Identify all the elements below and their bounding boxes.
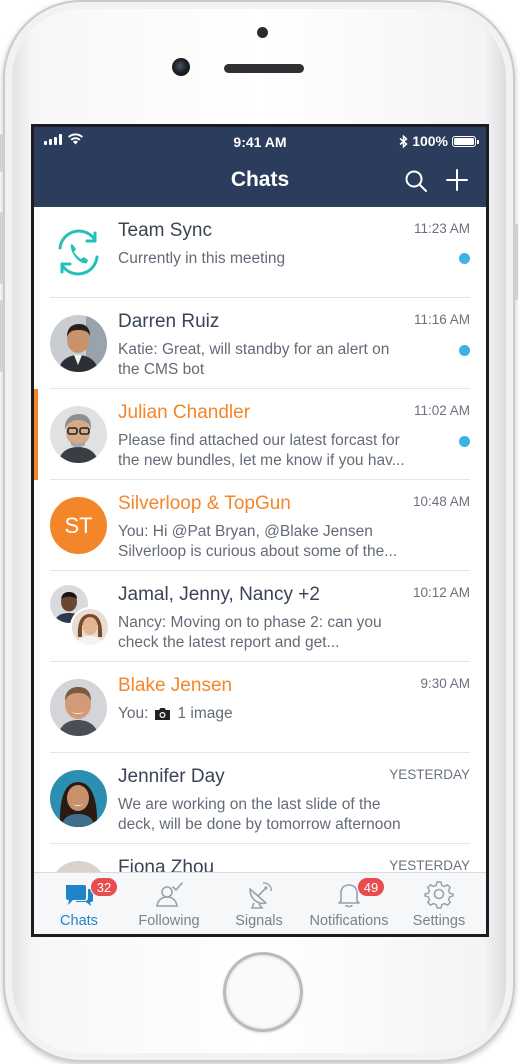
- group-avatar: [50, 585, 110, 647]
- avatar: [70, 607, 110, 647]
- nav-bar: Chats: [34, 155, 486, 207]
- chat-time: 11:16 AM: [413, 312, 470, 327]
- chat-name: Jennifer Day: [118, 766, 225, 787]
- volume-up-button: [0, 212, 4, 284]
- volume-down-button: [0, 300, 4, 372]
- chat-time: YESTERDAY: [389, 767, 470, 782]
- chat-preview: You: 1 image: [118, 704, 454, 724]
- chat-name: Fiona Zhou: [118, 857, 215, 872]
- preview-suffix: 1 image: [177, 705, 233, 722]
- proximity-sensor: [257, 27, 268, 38]
- team-sync-avatar: [50, 224, 107, 281]
- front-camera: [172, 58, 190, 76]
- silent-switch: [0, 134, 4, 172]
- chat-item-group-jamal[interactable]: Jamal, Jenny, Nancy +2 10:12 AM Nancy: M…: [34, 571, 486, 662]
- chat-name: Team Sync: [118, 220, 212, 241]
- avatar: [50, 679, 107, 736]
- chat-item-silverloop-topgun[interactable]: ST Silverloop & TopGun 10:48 AM You: Hi …: [34, 480, 486, 571]
- chat-time: 9:30 AM: [420, 676, 470, 691]
- tab-following[interactable]: Following: [124, 873, 214, 934]
- chat-time: 10:12 AM: [412, 585, 470, 600]
- home-button[interactable]: [223, 952, 303, 1032]
- chats-badge: 32: [90, 877, 118, 897]
- notifications-badge: 49: [357, 877, 385, 897]
- chat-preview: Please find attached our latest forcast …: [118, 432, 405, 469]
- chat-time: 10:48 AM: [412, 494, 470, 509]
- chat-item-blake-jensen[interactable]: Blake Jensen 9:30 AM You: 1 image: [34, 662, 486, 753]
- tab-label: Following: [138, 913, 200, 929]
- earpiece-speaker: [224, 64, 304, 73]
- chat-item-julian-chandler[interactable]: Julian Chandler 11:02 AM Please find att…: [34, 389, 486, 480]
- avatar: [50, 315, 107, 372]
- tab-label: Settings: [412, 913, 466, 929]
- following-icon: [156, 882, 183, 907]
- chat-preview: Nancy: Moving on to phase 2: can you che…: [118, 614, 382, 651]
- search-icon[interactable]: [404, 169, 428, 193]
- chat-preview: You: Hi @Pat Bryan, @Blake Jensen Silver…: [118, 523, 398, 560]
- status-bar: 9:41 AM 100%: [34, 127, 486, 155]
- tab-bar: 32 Chats Following Signals 49 Notificati…: [34, 872, 486, 934]
- preview-prefix: You:: [118, 705, 149, 722]
- chat-preview: Katie: Great, will standby for an alert …: [118, 341, 390, 378]
- chat-item-team-sync[interactable]: Team Sync 11:23 AM Currently in this mee…: [34, 207, 486, 298]
- unread-dot: [459, 345, 470, 356]
- chat-name: Darren Ruiz: [118, 311, 220, 332]
- chat-name: Silverloop & TopGun: [118, 493, 291, 514]
- tab-chats[interactable]: 32 Chats: [34, 873, 124, 934]
- avatar-initials: ST: [64, 513, 93, 538]
- unread-dot: [459, 253, 470, 264]
- chat-time: 11:23 AM: [413, 221, 470, 236]
- chat-time: 11:02 AM: [413, 403, 470, 418]
- chat-item-jennifer-day[interactable]: Jennifer Day YESTERDAY We are working on…: [34, 753, 486, 844]
- tab-label: Chats: [60, 913, 98, 929]
- tab-label: Notifications: [309, 913, 389, 929]
- power-button: [514, 224, 518, 300]
- chat-name: Julian Chandler: [118, 402, 251, 423]
- chat-preview: We are working on the last slide of the …: [118, 796, 401, 833]
- avatar: [50, 770, 107, 827]
- gear-icon: [424, 881, 454, 909]
- chat-name: Jamal, Jenny, Nancy +2: [118, 584, 320, 605]
- chat-item-fiona-zhou[interactable]: Fiona Zhou YESTERDAY: [34, 844, 486, 872]
- tab-label: Signals: [235, 913, 283, 929]
- chat-name: Blake Jensen: [118, 675, 233, 696]
- tab-signals[interactable]: Signals: [214, 873, 304, 934]
- initials-avatar: ST: [50, 497, 107, 554]
- tab-settings[interactable]: Settings: [394, 873, 484, 934]
- call-sync-icon: [58, 229, 99, 276]
- avatar: [50, 861, 107, 872]
- chat-list: Team Sync 11:23 AM Currently in this mee…: [34, 207, 486, 872]
- app-screen: 9:41 AM 100% Chats Team Sync 11:23 AM Cu…: [34, 127, 486, 934]
- satellite-dish-icon: [249, 882, 272, 909]
- battery-percent: 100%: [412, 133, 448, 149]
- tab-notifications[interactable]: 49 Notifications: [304, 873, 394, 934]
- chat-time: YESTERDAY: [389, 858, 470, 872]
- avatar: [50, 406, 107, 463]
- chat-preview: Currently in this meeting: [118, 250, 286, 267]
- battery-icon: [452, 135, 479, 147]
- chat-item-darren-ruiz[interactable]: Darren Ruiz 11:16 AM Katie: Great, will …: [34, 298, 486, 389]
- unread-dot: [459, 436, 470, 447]
- bluetooth-icon: [399, 134, 408, 148]
- camera-icon: [155, 707, 171, 720]
- add-chat-icon[interactable]: [445, 168, 469, 192]
